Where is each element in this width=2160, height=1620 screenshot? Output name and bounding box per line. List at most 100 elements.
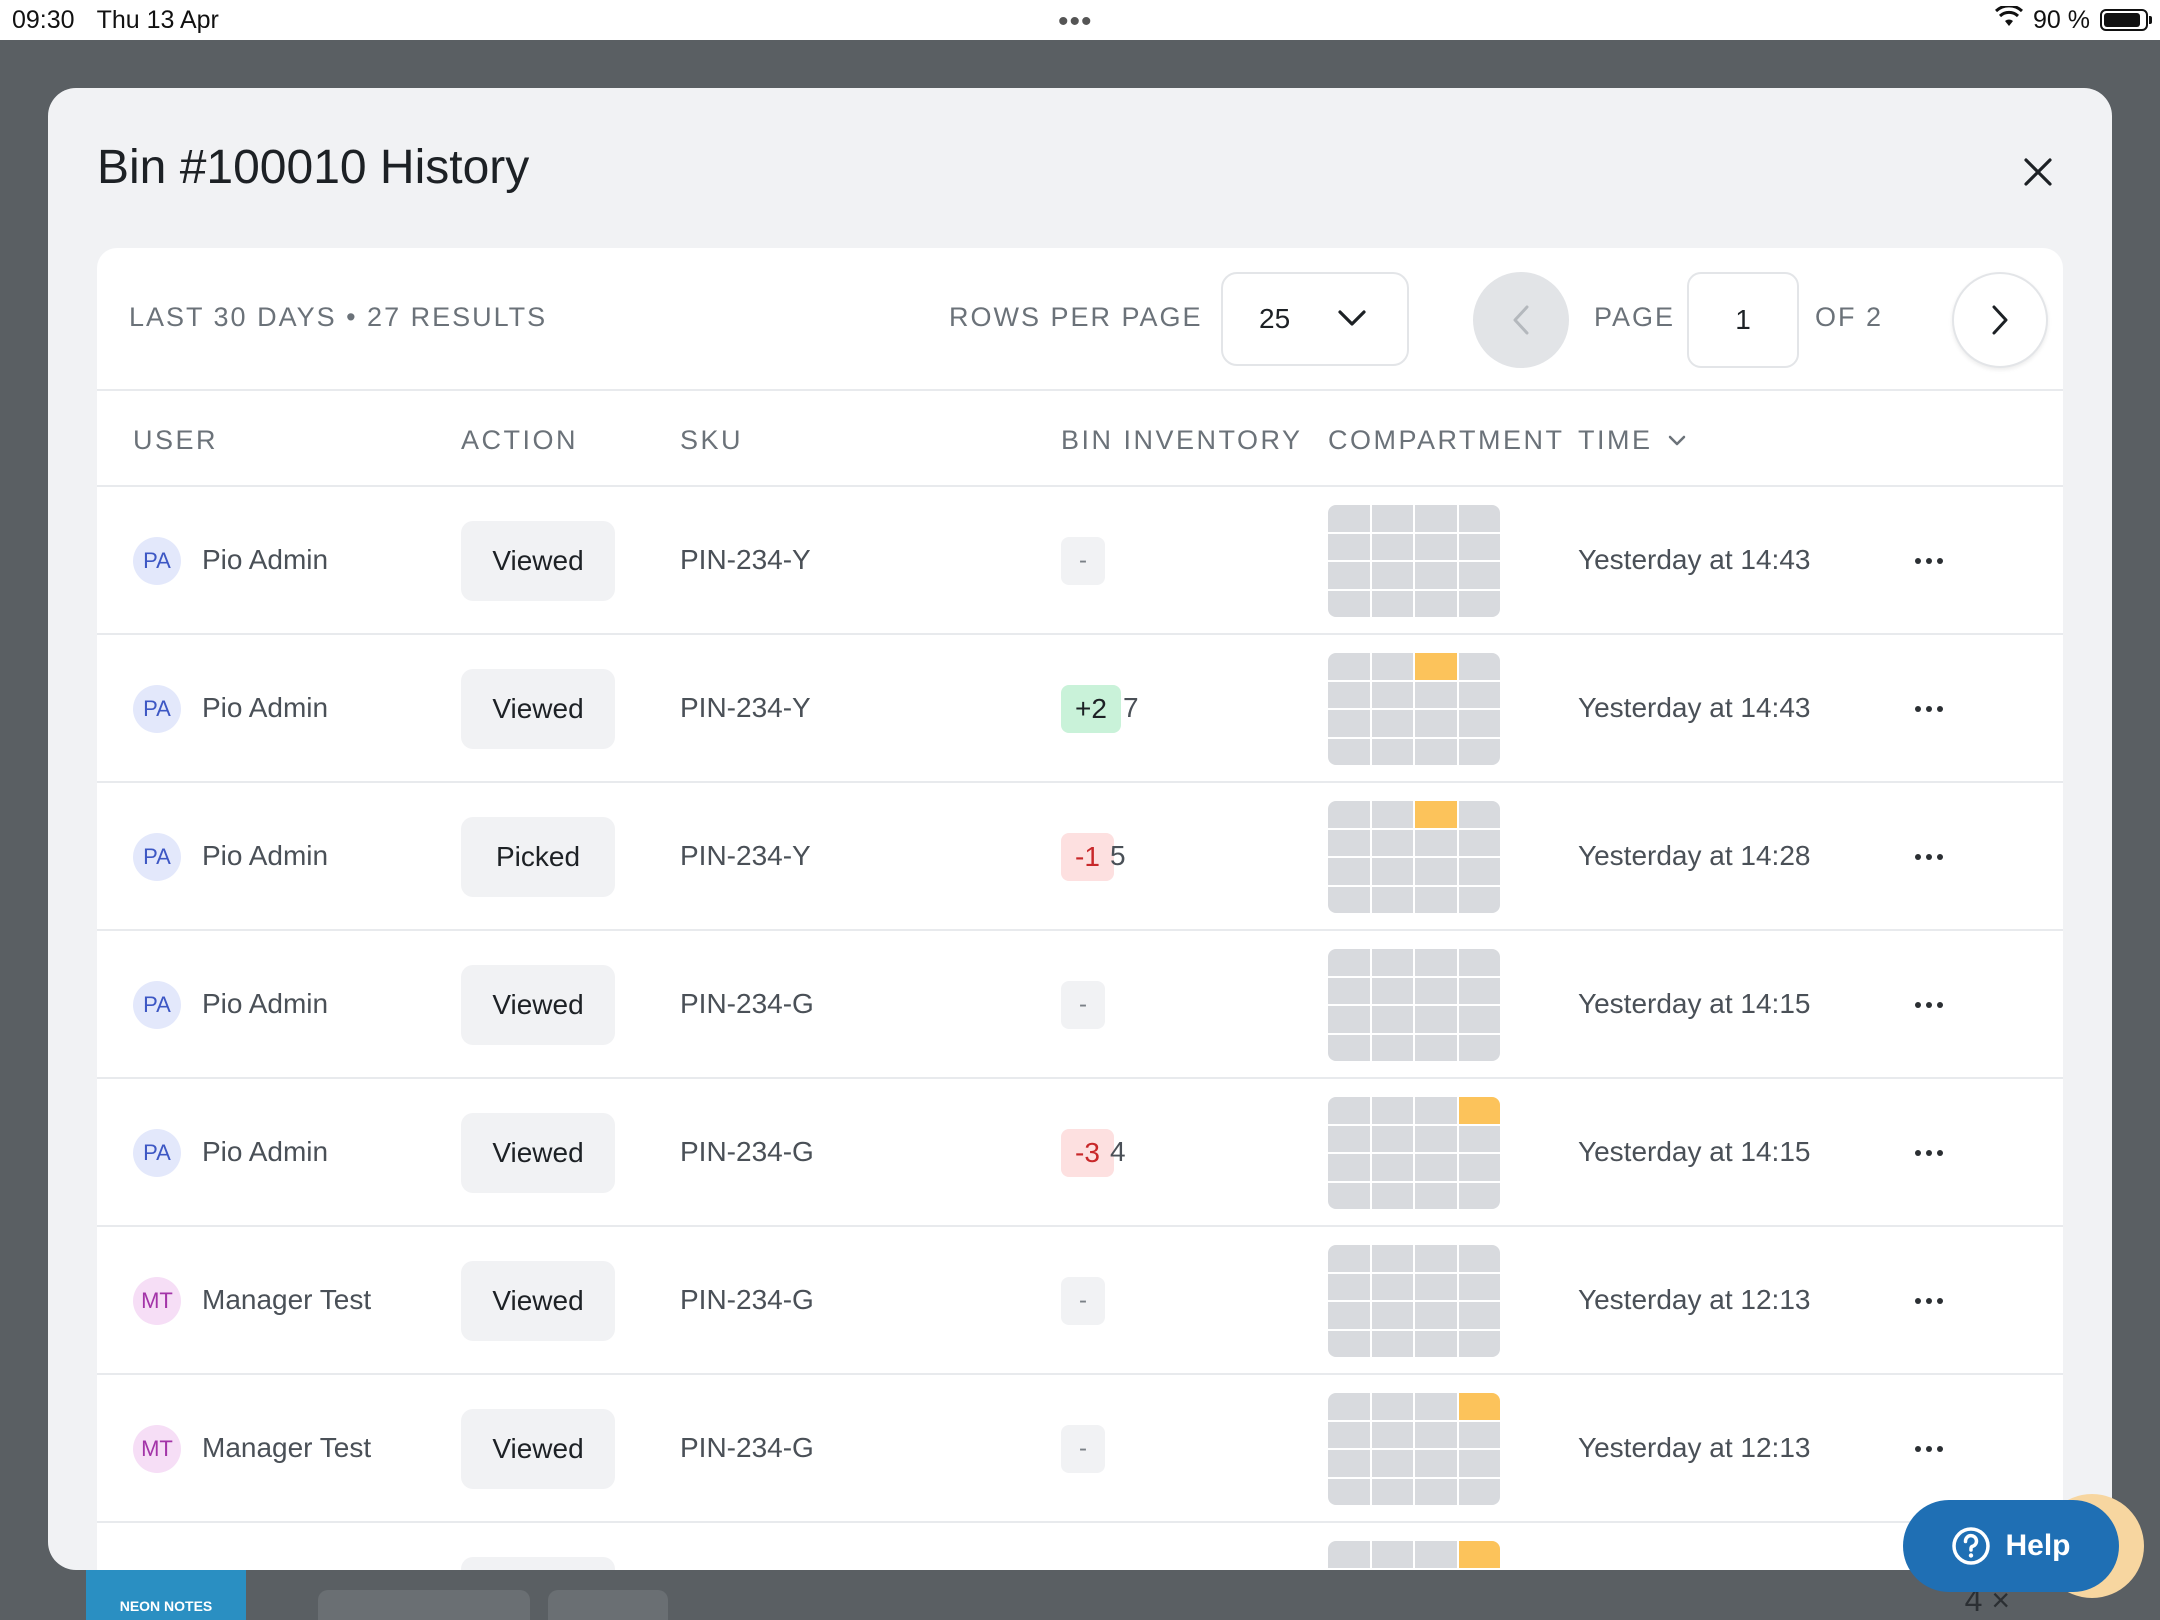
avatar: PA: [133, 537, 181, 585]
compartment-cell: [1415, 1154, 1457, 1181]
compartment-cell: [1328, 1330, 1370, 1357]
sku-value: PIN-234-Y: [680, 544, 811, 575]
compartment-cell: [1458, 590, 1500, 617]
compartment-cell: [1415, 1302, 1457, 1329]
avatar: PA: [133, 833, 181, 881]
sku-value: PIN-234-G: [680, 1284, 814, 1315]
compartment-cell: [1458, 1154, 1500, 1181]
compartment-cell: [1415, 681, 1457, 708]
column-header-action[interactable]: ACTION: [461, 425, 578, 456]
rows-per-page-value: 25: [1259, 303, 1291, 334]
compartment-cell: [1371, 1450, 1413, 1477]
compartment-cell: [1371, 801, 1413, 828]
compartment-cell: [1328, 1097, 1370, 1124]
compartment-cell: [1371, 1125, 1413, 1152]
compartment-cell: [1415, 977, 1457, 1004]
compartment-cell: [1458, 562, 1500, 589]
inventory-quantity: 4: [1110, 1136, 1126, 1167]
timestamp: Yesterday at 14:43: [1578, 692, 1811, 723]
compartment-cell: [1371, 1154, 1413, 1181]
more-options-icon[interactable]: [1905, 685, 1953, 733]
background-pill: [318, 1590, 530, 1620]
compartment-cell: [1415, 1393, 1457, 1420]
compartment-cell: [1415, 1125, 1457, 1152]
chevron-left-icon: [1513, 305, 1529, 335]
compartment-cell: [1371, 1273, 1413, 1300]
avatar: PA: [133, 981, 181, 1029]
timestamp: Yesterday at 14:15: [1578, 988, 1811, 1019]
status-date: Thu 13 Apr: [96, 5, 219, 34]
compartment-cell: [1328, 1302, 1370, 1329]
close-icon: [2024, 158, 2052, 186]
action-badge[interactable]: Viewed: [461, 1261, 615, 1341]
compartment-cell: [1458, 1182, 1500, 1209]
table-row[interactable]: PA Pio Admin Picked PIN-234-Y -1 5 Yesterday a…: [97, 783, 2063, 931]
compartment-cell: [1328, 710, 1370, 737]
compartment-cell: [1328, 1245, 1370, 1272]
inventory-change-badge: -3: [1061, 1129, 1114, 1177]
compartment-cell: [1371, 1097, 1413, 1124]
compartment-cell: [1328, 977, 1370, 1004]
table-row[interactable]: MT Manager Test Viewed PIN-234-G - Yesterday …: [97, 1375, 2063, 1523]
table-row[interactable]: [97, 1523, 2063, 1570]
compartment-cell: [1371, 1478, 1413, 1505]
previous-page-button[interactable]: [1473, 272, 1569, 368]
table-header: USER ACTION SKU BIN INVENTORY COMPARTMEN…: [97, 391, 2063, 487]
compartment-cell: [1458, 1245, 1500, 1272]
action-badge[interactable]: Viewed: [461, 1113, 615, 1193]
inventory-change-badge: +2: [1061, 685, 1121, 733]
compartment-cell: [1415, 829, 1457, 856]
bin-history-modal: Bin #100010 History LAST 30 DAYS • 27 RE…: [48, 88, 2112, 1570]
action-badge[interactable]: Picked: [461, 817, 615, 897]
chevron-down-icon: [1338, 310, 1366, 326]
action-badge[interactable]: Viewed: [461, 965, 615, 1045]
rows-per-page-select[interactable]: 25: [1221, 272, 1409, 366]
compartment-cell: [1328, 738, 1370, 765]
compartment-cell: [1371, 1034, 1413, 1061]
table-row[interactable]: MT Manager Test Viewed PIN-234-G - Yesterday …: [97, 1227, 2063, 1375]
help-button[interactable]: Help: [1903, 1500, 2119, 1592]
compartment-cell: [1415, 590, 1457, 617]
compartment-cell: [1458, 801, 1500, 828]
page-number-input[interactable]: [1687, 272, 1799, 368]
more-options-icon[interactable]: [1905, 981, 1953, 1029]
close-button[interactable]: [2010, 144, 2066, 200]
action-badge[interactable]: Viewed: [461, 1409, 615, 1489]
sort-chevron-down-icon: [1668, 435, 1685, 445]
more-options-icon[interactable]: [1905, 1277, 1953, 1325]
compartment-cell: [1371, 653, 1413, 680]
action-badge[interactable]: Viewed: [461, 521, 615, 601]
action-badge[interactable]: Viewed: [461, 669, 615, 749]
table-row[interactable]: PA Pio Admin Viewed PIN-234-Y +2 7 Yesterday a…: [97, 635, 2063, 783]
more-options-icon[interactable]: [1905, 833, 1953, 881]
user-name: Pio Admin: [202, 840, 329, 871]
table-row[interactable]: PA Pio Admin Viewed PIN-234-G -3 4 Yesterday a…: [97, 1079, 2063, 1227]
wifi-icon: [1994, 3, 2024, 35]
timestamp: Yesterday at 14:15: [1578, 1136, 1811, 1167]
column-header-compartment[interactable]: COMPARTMENT: [1328, 425, 1565, 456]
table-row[interactable]: PA Pio Admin Viewed PIN-234-Y - Yesterday at …: [97, 487, 2063, 635]
compartment-cell: [1458, 1034, 1500, 1061]
column-header-bin-inventory[interactable]: BIN INVENTORY: [1061, 425, 1303, 456]
background-pill: [548, 1590, 668, 1620]
action-badge[interactable]: [461, 1557, 615, 1570]
compartment-cell: [1328, 1421, 1370, 1448]
more-options-icon[interactable]: [1905, 1425, 1953, 1473]
compartment-grid: [1328, 1245, 1500, 1357]
table-toolbar: LAST 30 DAYS • 27 RESULTS ROWS PER PAGE …: [97, 248, 2063, 391]
more-options-icon[interactable]: [1905, 537, 1953, 585]
compartment-cell: [1371, 858, 1413, 885]
multitasking-dots-icon[interactable]: •••: [1058, 7, 1093, 37]
battery-icon: [2100, 9, 2152, 31]
column-header-sku[interactable]: SKU: [680, 425, 743, 456]
column-header-time[interactable]: TIME: [1578, 425, 1687, 456]
table-row[interactable]: PA Pio Admin Viewed PIN-234-G - Yesterday at …: [97, 931, 2063, 1079]
more-options-icon[interactable]: [1905, 1129, 1953, 1177]
column-header-user[interactable]: USER: [133, 425, 218, 456]
next-page-button[interactable]: [1952, 272, 2048, 368]
compartment-cell: [1415, 949, 1457, 976]
compartment-cell: [1415, 1478, 1457, 1505]
compartment-cell: [1328, 681, 1370, 708]
sku-value: PIN-234-G: [680, 1432, 814, 1463]
status-bar: 09:30 Thu 13 Apr ••• 90 %: [0, 0, 2160, 40]
